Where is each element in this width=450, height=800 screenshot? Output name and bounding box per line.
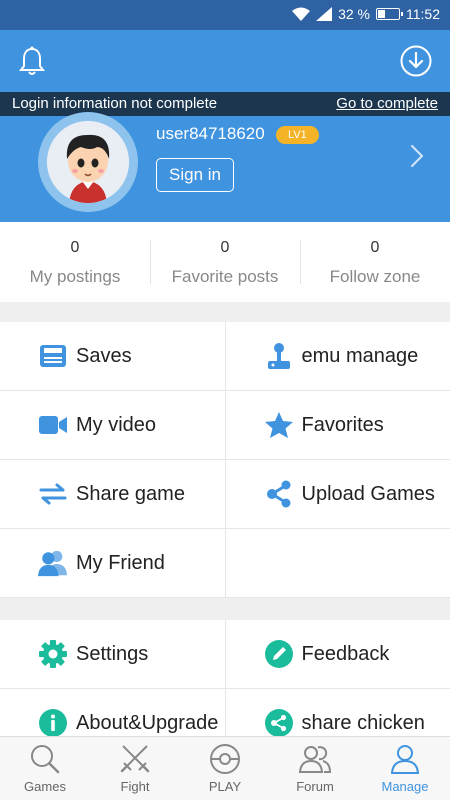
login-message: Login information not complete <box>12 95 218 112</box>
menu-item-saves[interactable]: Saves <box>0 322 226 390</box>
go-to-complete-link[interactable]: Go to complete <box>336 95 438 112</box>
level-badge: LV1 <box>276 126 319 144</box>
bell-icon[interactable] <box>18 46 46 76</box>
share-nodes-icon <box>266 480 290 508</box>
tab-label: PLAY <box>208 779 242 794</box>
menu-item-emu-manage[interactable]: emu manage <box>226 322 450 390</box>
video-camera-icon <box>39 416 67 434</box>
tab-label: Manage <box>381 779 429 794</box>
tab-play[interactable]: PLAY <box>180 737 270 800</box>
stat-value: 0 <box>220 239 230 256</box>
friends-icon <box>38 550 68 577</box>
stat-value: 0 <box>370 239 380 256</box>
tab-fight[interactable]: Fight <box>90 737 180 800</box>
sign-in-button[interactable]: Sign in <box>156 158 234 192</box>
avatar[interactable] <box>47 121 129 203</box>
gear-icon <box>39 640 67 668</box>
stat-value: 0 <box>70 239 80 256</box>
menu-label: My Friend <box>76 551 165 574</box>
stat-follow-zone[interactable]: 0 Follow zone <box>300 222 450 302</box>
tab-games[interactable]: Games <box>0 737 90 800</box>
people-icon <box>298 746 332 773</box>
tab-label: Fight <box>120 779 150 794</box>
stat-favorite-posts[interactable]: 0 Favorite posts <box>150 222 300 302</box>
crossed-swords-icon <box>120 745 150 773</box>
menu-label: Upload Games <box>301 482 435 505</box>
share-circle-icon <box>264 709 293 737</box>
login-banner: Login information not complete Go to com… <box>0 92 450 116</box>
menu-label: Saves <box>76 344 132 367</box>
menu-label: My video <box>76 413 157 436</box>
swap-arrows-icon <box>39 483 67 505</box>
battery-icon <box>376 8 403 20</box>
pencil-icon <box>264 640 293 668</box>
menu-item-my-friend[interactable]: My Friend <box>0 529 226 597</box>
star-icon <box>264 412 293 438</box>
chevron-right-icon[interactable] <box>410 144 424 168</box>
menu-label: share chicken <box>301 711 425 734</box>
info-icon <box>39 709 67 737</box>
stats-row: 0 My postings 0 Favorite posts 0 Follow … <box>0 222 450 302</box>
menu-label: Share game <box>76 482 185 505</box>
username: user84718620 <box>156 124 265 143</box>
clock: 11:52 <box>406 6 440 22</box>
menu-item-share-game[interactable]: Share game <box>0 460 226 528</box>
status-bar: 32 % 11:52 <box>0 0 450 30</box>
search-icon <box>31 745 60 774</box>
tab-forum[interactable]: Forum <box>270 737 360 800</box>
menu-item-upload-games[interactable]: Upload Games <box>226 460 450 528</box>
menu-item-feedback[interactable]: Feedback <box>226 620 450 688</box>
empty-cell <box>226 529 450 597</box>
bottom-tab-bar: Games Fight PLAY Forum Manage <box>0 736 450 800</box>
menu-label: About&Upgrade <box>76 711 219 734</box>
stat-label: Favorite posts <box>171 267 279 286</box>
menu-item-my-video[interactable]: My video <box>0 391 226 459</box>
menu-label: Feedback <box>301 642 390 665</box>
menu-item-settings[interactable]: Settings <box>0 620 226 688</box>
menu-item-favorites[interactable]: Favorites <box>226 391 450 459</box>
pokeball-icon <box>210 744 240 774</box>
tab-manage[interactable]: Manage <box>360 737 450 800</box>
saves-icon <box>40 345 66 367</box>
tab-label: Forum <box>296 779 334 794</box>
person-icon <box>390 745 420 774</box>
stat-label: Follow zone <box>329 267 421 286</box>
download-icon[interactable] <box>400 45 432 77</box>
signal-icon <box>316 7 333 21</box>
wifi-icon <box>292 7 311 21</box>
tab-label: Games <box>24 779 66 794</box>
joystick-icon <box>267 343 290 369</box>
menu-label: Settings <box>76 642 149 665</box>
battery-percent: 32 % <box>338 6 370 22</box>
menu-label: emu manage <box>301 344 419 367</box>
avatar-illustration <box>47 121 129 203</box>
stat-label: My postings <box>29 267 121 286</box>
stat-my-postings[interactable]: 0 My postings <box>0 222 150 302</box>
menu-label: Favorites <box>301 413 384 436</box>
menu-group-main: Saves emu manage My video Favorites Shar… <box>0 322 450 598</box>
